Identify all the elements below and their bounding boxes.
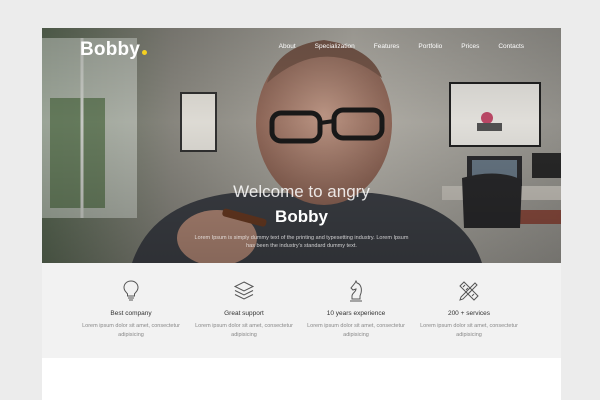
hero-name: Bobby [275,207,328,226]
feature-title: Great support [224,310,264,317]
nav-item-contacts[interactable]: Contacts [498,43,524,50]
chess-knight-icon [301,280,411,306]
feature-item: 10 years experience Lorem ipsum dolor si… [301,263,411,339]
nav-item-about[interactable]: About [279,43,296,50]
nav-item-features[interactable]: Features [374,43,400,50]
feature-title: 10 years experience [326,310,386,317]
main-nav: About Specialization Features Portfolio … [260,43,524,50]
feature-text: Lorem ipsum dolor sit amet, consectetur … [307,323,405,338]
nav-item-prices[interactable]: Prices [461,43,479,50]
feature-item: 200 + services Lorem ipsum dolor sit ame… [414,263,524,339]
layers-icon [189,280,299,306]
brand-name: Bobby [80,39,141,60]
feature-text: Lorem ipsum dolor sit amet, consectetur … [195,323,293,338]
hero-title: Welcome to angry [233,182,370,201]
website-frame: Bobby About Specialization Features Port… [42,28,561,400]
nav-item-portfolio[interactable]: Portfolio [418,43,442,50]
feature-title: Best company [110,310,152,317]
lightbulb-icon [76,280,186,306]
hero-subtitle: Lorem Ipsum is simply dummy text of the … [194,235,409,249]
nav-item-specialization[interactable]: Specialization [315,43,355,50]
feature-text: Lorem ipsum dolor sit amet, consectetur … [420,323,518,338]
feature-item: Best company Lorem ipsum dolor sit amet,… [76,263,186,339]
feature-text: Lorem ipsum dolor sit amet, consectetur … [82,323,180,338]
brand-logo[interactable]: Bobby [80,39,148,61]
brand-dot [142,50,148,55]
feature-title: 200 + services [447,310,491,317]
hero-overlay [42,28,561,263]
pencil-ruler-icon [414,280,524,306]
next-section [42,358,561,400]
hero-section: Bobby About Specialization Features Port… [42,28,561,263]
feature-item: Great support Lorem ipsum dolor sit amet… [189,263,299,339]
features-section: Best company Lorem ipsum dolor sit amet,… [42,263,561,358]
